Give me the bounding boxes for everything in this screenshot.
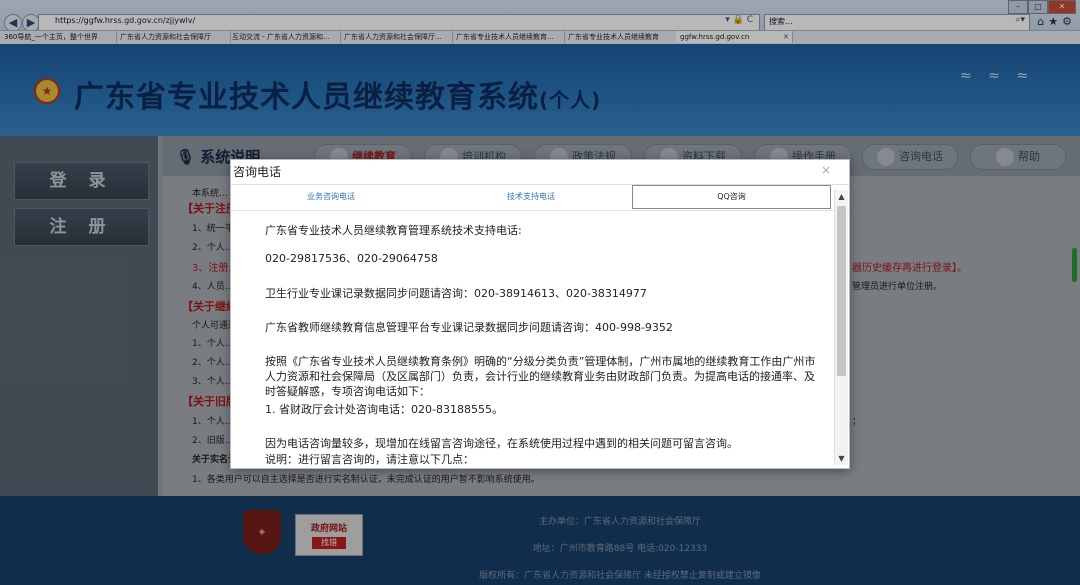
scroll-up-icon[interactable]: ▲ [835, 190, 848, 203]
paragraph: 广东省专业技术人员继续教育管理系统技术支持电话: [265, 224, 522, 237]
paragraph: 因为电话咨询量较多，现增加在线留言咨询途径，在系统使用过程中遇到的相关问题可留言… [265, 437, 738, 450]
tab-tech-support-phone[interactable]: 技术支持电话 [431, 185, 631, 209]
scroll-down-icon[interactable]: ▼ [835, 452, 848, 465]
dialog-header: 咨询电话 × [231, 160, 849, 185]
scroll-thumb[interactable] [837, 206, 846, 376]
tab-business-phone[interactable]: 业务咨询电话 [231, 185, 431, 209]
tab-qq-consult[interactable]: QQ咨询 [632, 185, 831, 209]
paragraph: 按照《广东省专业技术人员继续教育条例》明确的“分级分类负责”管理体制，广州市属地… [265, 355, 816, 398]
dialog-tabs: 业务咨询电话 技术支持电话 QQ咨询 [231, 185, 849, 211]
close-icon[interactable]: × [821, 163, 831, 177]
dialog-body: 广东省专业技术人员继续教育管理系统技术支持电话: 020-29817536、02… [231, 211, 831, 466]
paragraph: 卫生行业专业课记录数据同步问题请咨询：020-38914613、020-3831… [265, 287, 647, 300]
paragraph: 020-29817536、020-29064758 [265, 252, 438, 265]
paragraph: 广东省教师继续教育信息管理平台专业课记录数据同步问题请咨询：400-998-93… [265, 321, 673, 334]
dialog-title: 咨询电话 [233, 165, 282, 179]
paragraph: 说明：进行留言咨询的，请注意以下几点： [265, 453, 474, 466]
paragraph: 1. 省财政厅会计处咨询电话：020-83188555。 [265, 403, 503, 416]
phone-consult-dialog: 咨询电话 × 业务咨询电话 技术支持电话 QQ咨询 广东省专业技术人员继续教育管… [230, 159, 850, 469]
dialog-scrollbar[interactable]: ▲ ▼ [834, 190, 848, 465]
